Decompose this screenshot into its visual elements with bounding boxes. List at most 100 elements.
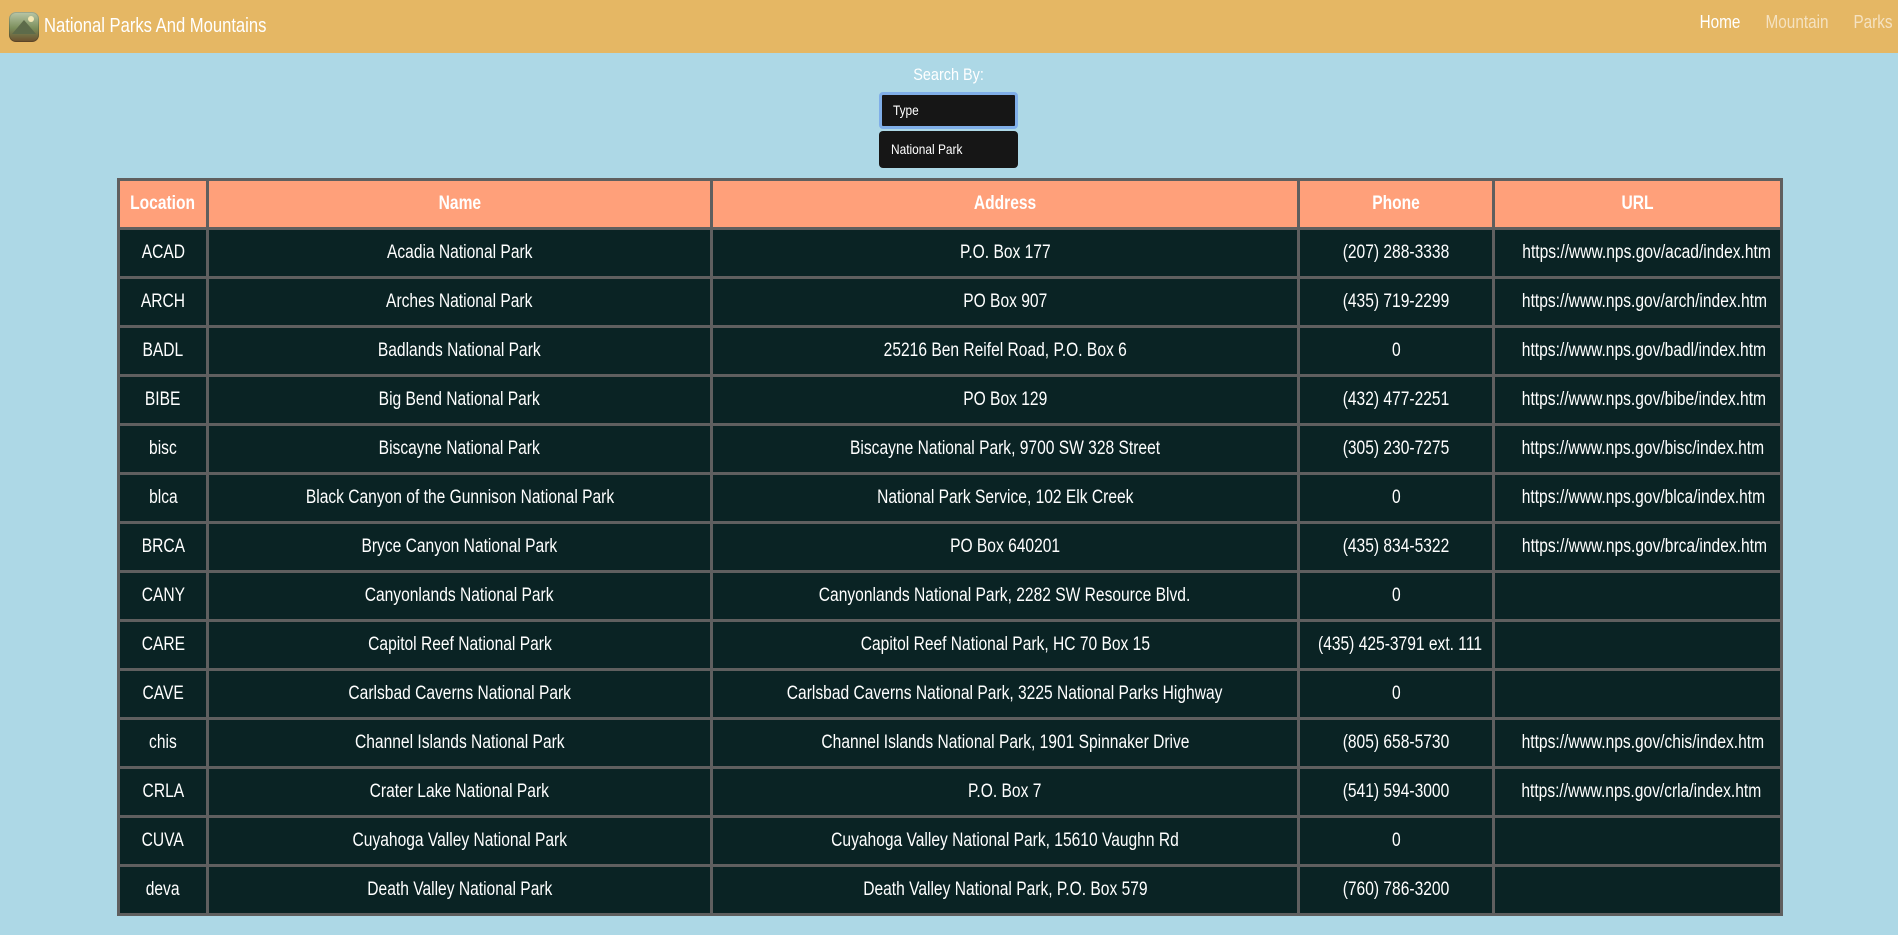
brand-title[interactable]: National Parks And Mountains bbox=[44, 15, 266, 38]
cell-address: Capitol Reef National Park, HC 70 Box 15 bbox=[710, 619, 1300, 671]
cell-location: chis bbox=[117, 717, 209, 769]
table-row: blca Black Canyon of the Gunnison Nationa… bbox=[117, 472, 1783, 524]
parks-table: Location Name Address Phone URL ACAD Acad… bbox=[117, 178, 1783, 916]
table-row: CANY Canyonlands National Park Canyonlands… bbox=[117, 570, 1783, 622]
cell-address: National Park Service, 102 Elk Creek bbox=[710, 472, 1300, 524]
table-row: bisc Biscayne National Park Biscayne Natio… bbox=[117, 423, 1783, 475]
cell-name: Black Canyon of the Gunnison National Pa… bbox=[206, 472, 713, 524]
cell-url[interactable]: https://www.nps.gov/bibe/index.htm bbox=[1492, 374, 1783, 426]
cell-address: Canyonlands National Park, 2282 SW Resou… bbox=[710, 570, 1300, 622]
nav-link-home[interactable]: Home bbox=[1700, 12, 1741, 33]
cell-phone: (435) 834-5322 bbox=[1297, 521, 1495, 573]
table-row: BRCA Bryce Canyon National Park PO Box 640… bbox=[117, 521, 1783, 573]
navbar: National Parks And Mountains Home Mounta… bbox=[0, 0, 1898, 53]
cell-name: Bryce Canyon National Park bbox=[206, 521, 713, 573]
cell-phone: 0 bbox=[1297, 472, 1495, 524]
cell-phone: 0 bbox=[1297, 668, 1495, 720]
cell-location: CUVA bbox=[117, 815, 209, 867]
search-area: Search By: bbox=[0, 64, 1898, 86]
table-row: chis Channel Islands National Park Channel… bbox=[117, 717, 1783, 769]
cell-name: Canyonlands National Park bbox=[206, 570, 713, 622]
cell-url[interactable]: https://www.nps.gov/crla/index.htm bbox=[1492, 766, 1783, 818]
cell-location: CRLA bbox=[117, 766, 209, 818]
cell-url[interactable]: https://www.nps.gov/bisc/index.htm bbox=[1492, 423, 1783, 475]
cell-name: Acadia National Park bbox=[206, 227, 713, 279]
table-row: CUVA Cuyahoga Valley National Park Cuyahog… bbox=[117, 815, 1783, 867]
cell-name: Biscayne National Park bbox=[206, 423, 713, 475]
cell-location: BIBE bbox=[117, 374, 209, 426]
cell-address: PO Box 129 bbox=[710, 374, 1300, 426]
header-url: URL bbox=[1492, 178, 1783, 230]
cell-url bbox=[1492, 619, 1783, 671]
cell-address: Biscayne National Park, 9700 SW 328 Stre… bbox=[710, 423, 1300, 475]
header-address: Address bbox=[710, 178, 1300, 230]
cell-url bbox=[1492, 864, 1783, 916]
cell-address: P.O. Box 177 bbox=[710, 227, 1300, 279]
cell-name: Carlsbad Caverns National Park bbox=[206, 668, 713, 720]
cell-phone: (541) 594-3000 bbox=[1297, 766, 1495, 818]
cell-location: CANY bbox=[117, 570, 209, 622]
cell-phone: 0 bbox=[1297, 815, 1495, 867]
park-type-select[interactable]: National Park bbox=[879, 131, 1018, 168]
cell-location: CAVE bbox=[117, 668, 209, 720]
logo-icon bbox=[9, 11, 39, 42]
cell-phone: (432) 477-2251 bbox=[1297, 374, 1495, 426]
cell-phone: 0 bbox=[1297, 570, 1495, 622]
cell-location: bisc bbox=[117, 423, 209, 475]
cell-url[interactable]: https://www.nps.gov/badl/index.htm bbox=[1492, 325, 1783, 377]
cell-location: BADL bbox=[117, 325, 209, 377]
park-type-select-value: National Park bbox=[891, 141, 963, 157]
table-header-row: Location Name Address Phone URL bbox=[117, 178, 1783, 230]
nav-links: Home Mountain Parks bbox=[1680, 0, 1898, 45]
cell-phone: (207) 288-3338 bbox=[1297, 227, 1495, 279]
cell-url[interactable]: https://www.nps.gov/acad/index.htm bbox=[1492, 227, 1783, 279]
cell-name: Badlands National Park bbox=[206, 325, 713, 377]
type-select-value: Type bbox=[893, 102, 919, 118]
cell-name: Cuyahoga Valley National Park bbox=[206, 815, 713, 867]
nav-link-parks[interactable]: Parks bbox=[1853, 12, 1892, 33]
cell-address: Death Valley National Park, P.O. Box 579 bbox=[710, 864, 1300, 916]
search-label: Search By: bbox=[913, 65, 985, 84]
table-row: deva Death Valley National Park Death Vall… bbox=[117, 864, 1783, 916]
cell-location: deva bbox=[117, 864, 209, 916]
table-row: CRLA Crater Lake National Park P.O. Box 7(… bbox=[117, 766, 1783, 818]
table-row: BADL Badlands National Park 25216 Ben Reif… bbox=[117, 325, 1783, 377]
cell-name: Death Valley National Park bbox=[206, 864, 713, 916]
cell-address: Cuyahoga Valley National Park, 15610 Vau… bbox=[710, 815, 1300, 867]
cell-url[interactable]: https://www.nps.gov/brca/index.htm bbox=[1492, 521, 1783, 573]
cell-url[interactable]: https://www.nps.gov/blca/index.htm bbox=[1492, 472, 1783, 524]
header-location: Location bbox=[117, 178, 209, 230]
header-phone: Phone bbox=[1297, 178, 1495, 230]
cell-url[interactable]: https://www.nps.gov/arch/index.htm bbox=[1492, 276, 1783, 328]
cell-name: Crater Lake National Park bbox=[206, 766, 713, 818]
cell-phone: (435) 425-3791 ext. 111 bbox=[1297, 619, 1495, 671]
header-name: Name bbox=[206, 178, 713, 230]
parks-table-wrapper: Location Name Address Phone URL ACAD Acad… bbox=[117, 178, 1783, 916]
cell-name: Capitol Reef National Park bbox=[206, 619, 713, 671]
cell-address: PO Box 640201 bbox=[710, 521, 1300, 573]
cell-phone: (805) 658-5730 bbox=[1297, 717, 1495, 769]
cell-phone: 0 bbox=[1297, 325, 1495, 377]
cell-phone: (435) 719-2299 bbox=[1297, 276, 1495, 328]
cell-address: P.O. Box 7 bbox=[710, 766, 1300, 818]
cell-url bbox=[1492, 570, 1783, 622]
nav-link-mountain[interactable]: Mountain bbox=[1765, 12, 1828, 33]
table-row: BIBE Big Bend National Park PO Box 129 (432… bbox=[117, 374, 1783, 426]
cell-url[interactable]: https://www.nps.gov/chis/index.htm bbox=[1492, 717, 1783, 769]
cell-location: ACAD bbox=[117, 227, 209, 279]
table-row: ARCH Arches National Park PO Box 907 (435) … bbox=[117, 276, 1783, 328]
cell-name: Big Bend National Park bbox=[206, 374, 713, 426]
cell-address: Channel Islands National Park, 1901 Spin… bbox=[710, 717, 1300, 769]
cell-phone: (305) 230-7275 bbox=[1297, 423, 1495, 475]
type-select[interactable]: Type bbox=[879, 92, 1018, 129]
cell-address: PO Box 907 bbox=[710, 276, 1300, 328]
table-row: CARE Capitol Reef National Park Capitol Re… bbox=[117, 619, 1783, 671]
cell-url bbox=[1492, 668, 1783, 720]
cell-location: ARCH bbox=[117, 276, 209, 328]
cell-location: CARE bbox=[117, 619, 209, 671]
cell-phone: (760) 786-3200 bbox=[1297, 864, 1495, 916]
cell-location: BRCA bbox=[117, 521, 209, 573]
cell-name: Channel Islands National Park bbox=[206, 717, 713, 769]
cell-name: Arches National Park bbox=[206, 276, 713, 328]
brand[interactable]: National Parks And Mountains bbox=[9, 0, 312, 53]
